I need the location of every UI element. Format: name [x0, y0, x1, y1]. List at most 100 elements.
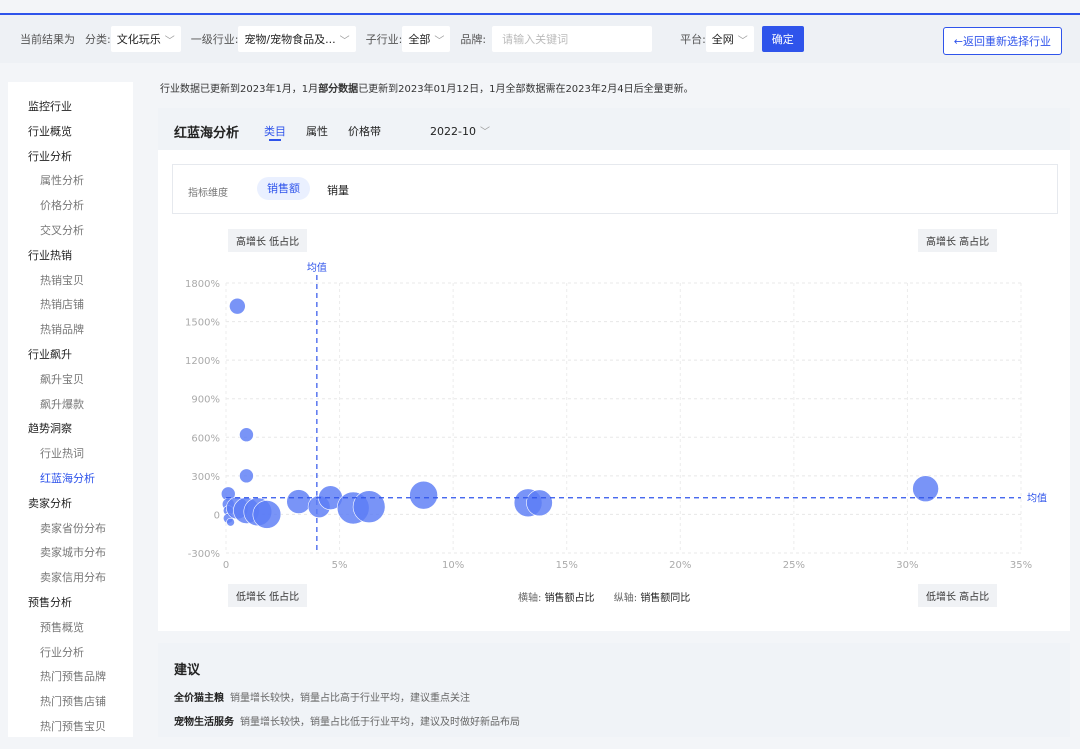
y-tick-label: 600% — [191, 433, 220, 444]
bubble-point — [526, 489, 553, 517]
bubble-point — [286, 489, 311, 514]
sidebar-item[interactable]: 热销品牌 — [40, 321, 84, 337]
update-notice: 行业数据已更新到2023年1月，1月部分数据已更新到2023年01月12日，1月… — [160, 80, 694, 95]
category-value: 文化玩乐 — [116, 33, 161, 46]
category-select[interactable]: 文化玩乐 ﹀ — [110, 26, 181, 52]
metric-sales-volume-option[interactable]: 销量 — [327, 182, 349, 198]
sub-industry-label: 子行业: — [365, 33, 403, 46]
chevron-down-icon: ﹀ — [339, 35, 350, 47]
confirm-button[interactable]: 确定 — [761, 26, 804, 52]
sidebar-item[interactable]: 卖家城市分布 — [40, 544, 106, 560]
sidebar-item[interactable]: 热门预售店铺 — [40, 693, 106, 709]
sidebar-item[interactable]: 飙升爆款 — [40, 396, 84, 412]
sidebar-item[interactable]: 行业概览 — [28, 123, 72, 139]
advice-category-name: 宠物生活服务 — [174, 717, 234, 728]
advice-text: 销量增长较快，销量占比高于行业平均，建议重点关注 — [230, 693, 470, 704]
sidebar-item[interactable]: 热销店铺 — [40, 296, 84, 312]
sidebar-item[interactable]: 飙升宝贝 — [40, 371, 84, 387]
platform-select[interactable]: 全网 ﹀ — [705, 26, 754, 52]
y-tick-label: 0 — [214, 510, 220, 521]
bubble-point — [318, 485, 343, 511]
advice-row: 宠物生活服务 销量增长较快，销量占比低于行业平均，建议及时做好新品布局 — [174, 713, 520, 728]
sidebar-item[interactable]: 卖家信用分布 — [40, 569, 106, 585]
metric-dimension-box: 指标维度 销售额 销量 — [172, 164, 1058, 214]
sidebar-item[interactable]: 卖家省份分布 — [40, 520, 106, 536]
sub-industry-select[interactable]: 全部 ﹀ — [402, 26, 451, 52]
bubble-point — [409, 480, 438, 510]
mean-label-vertical: 均值 — [307, 261, 327, 274]
bubble-point — [221, 497, 235, 511]
panel-title: 红蓝海分析 — [174, 126, 240, 141]
tab-price-band[interactable]: 价格带 — [348, 123, 381, 139]
date-value: 2022-10 — [430, 125, 476, 138]
sidebar-item[interactable]: 行业分析 — [40, 644, 84, 660]
metric-sales-amount-option[interactable]: 销售额 — [257, 177, 310, 200]
advice-row: 全价猫主粮 销量增长较快，销量占比高于行业平均，建议重点关注 — [174, 689, 470, 704]
metric-label: 指标维度 — [188, 188, 228, 199]
current-result-label: 当前结果为 — [20, 33, 75, 46]
axis-caption: 横轴: 销售额占比 纵轴: 销售额同比 — [518, 589, 690, 604]
brand-search-input[interactable]: 请输入关键词 — [492, 26, 653, 52]
bubble-point — [220, 486, 236, 502]
sidebar-item[interactable]: 预售概览 — [40, 619, 84, 635]
tab-attribute[interactable]: 属性 — [306, 123, 328, 139]
quadrant-label-top-left: 高增长 低占比 — [228, 229, 308, 252]
bubble-point — [239, 427, 254, 443]
x-tick-label: 0 — [223, 560, 229, 571]
quadrant-label-top-right: 高增长 高占比 — [918, 229, 998, 252]
tab-category[interactable]: 类目 — [264, 123, 286, 139]
y-tick-label: -300% — [188, 549, 220, 560]
sidebar-item[interactable]: 属性分析 — [40, 172, 84, 188]
advice-text: 销量增长较快，销量占比低于行业平均，建议及时做好新品布局 — [240, 717, 520, 728]
bubble-point — [912, 475, 939, 503]
sidebar-item[interactable]: 预售分析 — [28, 594, 72, 610]
sidebar-item[interactable]: 红蓝海分析 — [40, 470, 95, 486]
platform-label: 平台: — [680, 33, 706, 46]
filter-bar: 当前结果为 分类: 文化玩乐 ﹀ 一级行业: 宠物/宠物食品及... ﹀ 子行业: … — [0, 15, 1080, 63]
y-tick-label: 1500% — [185, 318, 220, 329]
quadrant-label-bottom-right: 低增长 高占比 — [918, 584, 998, 607]
sidebar-item[interactable]: 卖家分析 — [28, 495, 72, 511]
bubble-point — [226, 517, 235, 527]
y-tick-label: 1200% — [185, 356, 220, 367]
x-tick-label: 15% — [556, 560, 578, 571]
sidebar-item[interactable]: 行业热销 — [28, 247, 72, 263]
industry-select[interactable]: 宠物/宠物食品及... ﹀ — [238, 26, 356, 52]
sidebar-item[interactable]: 交叉分析 — [40, 222, 84, 238]
chevron-down-icon: ﹀ — [479, 127, 490, 138]
date-select[interactable]: 2022-10 ﹀ — [430, 123, 490, 138]
back-to-industry-button[interactable]: ←返回重新选择行业 — [942, 27, 1062, 55]
industry-value: 宠物/宠物食品及... — [244, 33, 336, 46]
sidebar-item[interactable]: 热销宝贝 — [40, 272, 84, 288]
sidebar-item[interactable]: 价格分析 — [40, 197, 84, 213]
notice-text-1: 行业数据已更新到2023年1月，1月 — [160, 84, 319, 95]
y-tick-label: 1800% — [185, 279, 220, 290]
sidebar-item[interactable]: 行业飙升 — [28, 346, 72, 362]
sidebar-item[interactable]: 热门预售品牌 — [40, 668, 106, 684]
bubble-point — [229, 297, 246, 315]
y-axis-caption-prefix: 纵轴: — [613, 593, 638, 604]
x-tick-label: 30% — [896, 560, 918, 571]
bubble-point — [243, 497, 273, 527]
platform-value: 全网 — [711, 33, 734, 46]
bubble-point — [239, 468, 254, 484]
bubble-point — [513, 488, 543, 518]
mean-label-horizontal: 均值 — [1027, 492, 1047, 505]
bubble-point — [352, 490, 386, 524]
sub-industry-value: 全部 — [408, 33, 431, 46]
sidebar-item[interactable]: 热门预售宝贝 — [40, 718, 106, 734]
sidebar-item[interactable]: 行业热词 — [40, 445, 84, 461]
red-blue-ocean-panel: 红蓝海分析 类目 属性 价格带 2022-10 ﹀ 指标维度 销售额 销量 高增长… — [158, 108, 1070, 631]
sidebar-item[interactable]: 监控行业 — [28, 98, 72, 114]
x-axis-caption-prefix: 横轴: — [518, 593, 542, 604]
chevron-down-icon: ﹀ — [434, 35, 445, 47]
notice-text-2: 已更新到2023年01月12日，1月全部数据需在2023年2月4日后全量更新。 — [358, 84, 694, 95]
y-axis-caption-value: 销售额同比 — [640, 593, 691, 604]
bubble-point — [222, 512, 234, 524]
advice-panel: 建议 全价猫主粮 销量增长较快，销量占比高于行业平均，建议重点关注 宠物生活服务销… — [158, 643, 1070, 737]
sidebar-item[interactable]: 行业分析 — [28, 148, 72, 164]
y-tick-label: 300% — [191, 472, 220, 483]
x-tick-label: 5% — [332, 560, 348, 571]
notice-bold: 部分数据 — [318, 84, 359, 95]
sidebar-item[interactable]: 趋势洞察 — [28, 420, 72, 436]
